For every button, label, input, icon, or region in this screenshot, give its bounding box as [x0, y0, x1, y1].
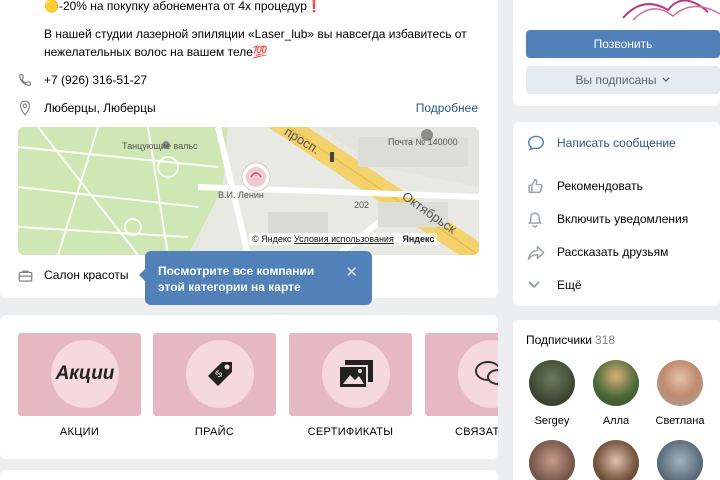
message-icon [527, 135, 557, 151]
menu-item-label: Ещё [557, 278, 582, 292]
avatar[interactable] [529, 440, 575, 480]
followers-card: Подписчики 318 Sergey Алла Светлана [513, 320, 720, 480]
map-label-lenin: В.И. Ленин [218, 190, 264, 200]
bell-icon [527, 211, 557, 228]
phone-row[interactable]: +7 (926) 316-51-27 [18, 70, 478, 90]
avatar[interactable] [593, 440, 639, 480]
thumbs-up-icon [527, 178, 557, 194]
map-category-tooltip: Посмотрите все компании этой категории н… [139, 251, 372, 305]
tile-circle: Акции [51, 340, 119, 408]
menu-item-label: Написать сообщение [557, 136, 676, 150]
subscribed-label: Вы подписаны [575, 73, 657, 87]
avatar[interactable] [529, 360, 575, 406]
address-row: Люберцы, Люберцы Подробнее [18, 98, 478, 118]
next-section-card [0, 470, 498, 480]
tile-circle [322, 340, 390, 408]
address-text: Люберцы, Люберцы [44, 101, 156, 115]
phone-number[interactable]: +7 (926) 316-51-27 [44, 73, 147, 87]
description-line-2: нежелательных волос на вашем теле💯 [44, 45, 268, 59]
cover-decoration [613, 0, 720, 20]
follower-name[interactable]: Sergey [517, 415, 587, 427]
chat-icon [475, 361, 498, 385]
gallery-tile-contact[interactable] [425, 333, 498, 416]
map-yandex-logo: Яндекс [402, 234, 435, 244]
gallery-caption[interactable]: АКЦИИ [18, 426, 141, 438]
tile-text: Акции [55, 363, 115, 384]
tile-circle [458, 340, 498, 408]
chevron-down-icon [662, 77, 669, 82]
menu-item-label: Включить уведомления [557, 212, 689, 226]
map-label-number: 202 [354, 200, 370, 210]
follower-name[interactable]: Алла [581, 415, 651, 427]
avatar[interactable] [657, 360, 703, 406]
photos-icon [338, 360, 373, 389]
follower-name[interactable]: Светлана [645, 415, 715, 427]
promo-text: 🟡-20% на покупку абонемента от 4х процед… [44, 0, 322, 13]
followers-title-text: Подписчики [526, 333, 593, 347]
location-map[interactable]: Танцующие вальс Почта № 140000 просп. Ок… [18, 127, 479, 255]
more-details-link[interactable]: Подробнее [416, 101, 478, 115]
briefcase-icon [18, 269, 44, 282]
menu-enable-notifications[interactable]: Включить уведомления [527, 208, 688, 230]
action-card: Позвонить Вы подписаны [513, 0, 720, 106]
call-button[interactable]: Позвонить [526, 30, 720, 58]
gallery-caption[interactable]: СВЯЗАТЬСЯ [425, 426, 498, 438]
menu-more[interactable]: Ещё [527, 274, 582, 296]
category-text[interactable]: Салон красоты [44, 268, 129, 282]
close-icon[interactable]: ✕ [345, 265, 358, 280]
share-icon [527, 245, 557, 260]
menu-recommend[interactable]: Рекомендовать [527, 175, 643, 197]
chevron-down-icon [527, 280, 557, 290]
location-pin-icon [18, 100, 44, 116]
subscribed-button[interactable]: Вы подписаны [526, 66, 720, 94]
gallery-caption[interactable]: СЕРТИФИКАТЫ [289, 426, 412, 438]
tile-circle: $ [186, 340, 254, 408]
map-terms-link[interactable]: Условия использования [294, 234, 394, 244]
menu-item-label: Рекомендовать [557, 179, 643, 193]
menu-item-label: Рассказать друзьям [557, 245, 669, 259]
community-actions-menu: Написать сообщение Рекомендовать Включит… [513, 122, 720, 306]
gallery-tile-price[interactable]: $ [153, 333, 276, 416]
map-label-post: Почта № 140000 [388, 137, 458, 147]
phone-icon [18, 73, 44, 87]
menu-gallery-card: Акции АКЦИИ $ ПРАЙС СЕРТИФИКАТЫ СВЯЗАТЬС… [0, 315, 498, 459]
tooltip-text: Посмотрите все компании этой категории н… [158, 264, 315, 294]
avatar[interactable] [657, 440, 703, 480]
gallery-tile-promo[interactable]: Акции [18, 333, 141, 416]
followers-title[interactable]: Подписчики 318 [526, 333, 615, 347]
menu-write-message[interactable]: Написать сообщение [527, 132, 676, 154]
followers-count: 318 [595, 333, 616, 347]
gallery-tile-certificates[interactable] [289, 333, 412, 416]
gallery-caption[interactable]: ПРАЙС [153, 426, 276, 438]
price-tag-icon: $ [208, 362, 232, 386]
description-line-1: В нашей студии лазерной эпиляции «Laser_… [44, 27, 467, 41]
map-copyright: © Яндекс Условия использования Яндекс [249, 233, 438, 245]
avatar[interactable] [593, 360, 639, 406]
menu-tell-friends[interactable]: Рассказать друзьям [527, 241, 668, 263]
map-label-park: Танцующие вальс [122, 141, 198, 151]
